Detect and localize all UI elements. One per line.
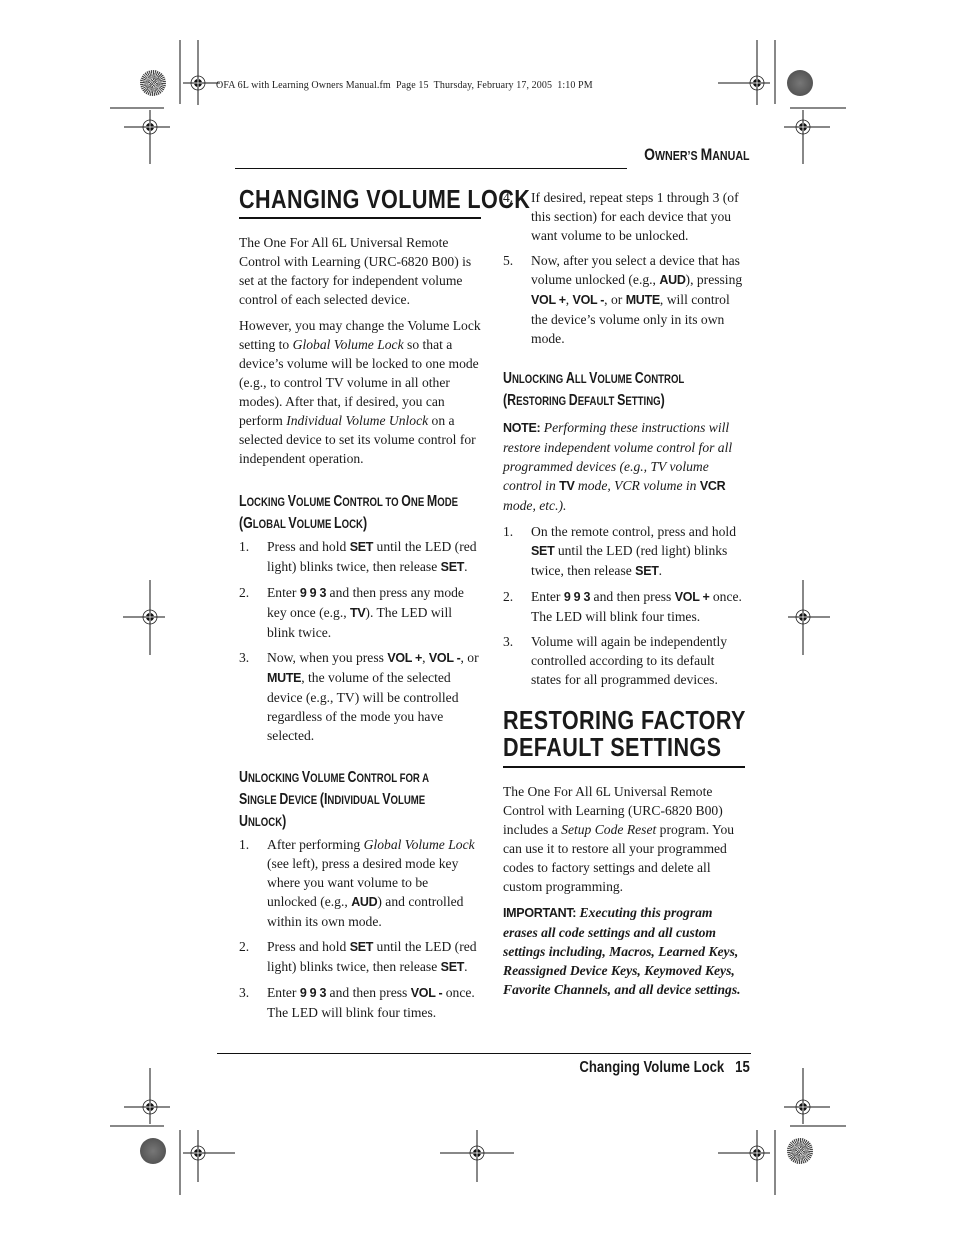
list-item: 3. Enter 9 9 3 and then press VOL - once… <box>239 985 475 1020</box>
color-target-icon <box>140 1138 166 1164</box>
note-label: NOTE: <box>503 421 541 435</box>
color-target-icon <box>787 70 813 96</box>
section-heading-restore-default: UNLOCKING ALL VOLUME CONTROL (RESTORING … <box>503 368 697 412</box>
title-rule <box>239 217 481 219</box>
registration-mark-icon <box>123 580 165 655</box>
registration-mark-icon <box>788 580 830 655</box>
heading-line: (GLOBAL VOLUME LOCK) <box>239 515 368 532</box>
registration-mark-icon <box>110 107 170 164</box>
heading-line: LOCKING VOLUME CONTROL TO ONE MODE <box>239 493 459 510</box>
page-number: 15 <box>735 1059 750 1076</box>
title-rule <box>503 766 745 768</box>
color-target-icon <box>140 70 166 96</box>
list-item: 4. If desired, repeat steps 1 through 3 … <box>503 190 739 243</box>
right-column: 4. If desired, repeat steps 1 through 3 … <box>503 188 745 1006</box>
volume-lock-paragraph: However, you may change the Volume Lock … <box>239 318 481 466</box>
list-item: 1. After performing Global Volume Lock (… <box>239 837 475 929</box>
restore-factory-title: RESTORING FACTORY DEFAULT SETTINGS <box>503 705 746 762</box>
file-info-header: OFA 6L with Learning Owners Manual.fm Pa… <box>216 80 593 91</box>
registration-mark-icon <box>440 1130 514 1182</box>
heading-line: UNLOCKING VOLUME CONTROL FOR A <box>239 769 430 786</box>
list-item: 1. On the remote control, press and hold… <box>503 524 736 578</box>
list-item: 2. Enter 9 9 3 and then press VOL + once… <box>503 589 742 624</box>
list-item: 2. Press and hold SET until the LED (red… <box>239 939 477 974</box>
list-item: 3. Volume will again be independently co… <box>503 634 728 687</box>
section-heading-global-lock: LOCKING VOLUME CONTROL TO ONE MODE (GLOB… <box>239 491 459 535</box>
heading-line: UNLOCK) <box>239 813 287 830</box>
registration-mark-icon <box>718 40 770 105</box>
important-paragraph: IMPORTANT: Executing this program erases… <box>503 905 741 997</box>
individual-unlock-steps: 1. After performing Global Volume Lock (… <box>239 835 481 1022</box>
note-paragraph: NOTE: Performing these instructions will… <box>503 420 733 513</box>
registration-mark-icon <box>110 1068 170 1127</box>
list-item: 3. Now, when you press VOL +, VOL -, or … <box>239 650 479 743</box>
important-label: IMPORTANT: <box>503 906 577 920</box>
setup-code-reset-paragraph: The One For All 6L Universal Remote Cont… <box>503 784 735 894</box>
registration-mark-icon <box>718 1130 770 1182</box>
list-item: 2. Enter 9 9 3 and then press any mode k… <box>239 585 464 640</box>
registration-mark-icon <box>183 1130 235 1182</box>
page-footer: Changing Volume Lock 15 <box>580 1059 750 1077</box>
left-column: CHANGING VOLUME LOCK The One For All 6L … <box>239 184 531 1028</box>
individual-unlock-steps-continued: 4. If desired, repeat steps 1 through 3 … <box>503 188 745 348</box>
section-heading-individual-unlock: UNLOCKING VOLUME CONTROL FOR A SINGLE DE… <box>239 767 433 833</box>
footer-rule <box>217 1053 751 1054</box>
header-rule <box>235 168 627 169</box>
list-item: 5. Now, after you select a device that h… <box>503 253 743 346</box>
registration-mark-icon <box>183 40 220 105</box>
heading-line: SINGLE DEVICE (INDIVIDUAL VOLUME <box>239 791 426 808</box>
heading-line: (RESTORING DEFAULT SETTING) <box>503 392 665 409</box>
page-title: CHANGING VOLUME LOCK <box>239 184 531 214</box>
registration-mark-icon <box>784 1068 846 1127</box>
registration-mark-icon <box>784 107 846 164</box>
list-item: 1. Press and hold SET until the LED (red… <box>239 539 477 574</box>
heading-line: UNLOCKING ALL VOLUME CONTROL <box>503 370 685 387</box>
intro-paragraph: The One For All 6L Universal Remote Cont… <box>239 235 472 307</box>
running-head: OWNER’S MANUAL <box>644 145 750 164</box>
global-lock-steps: 1. Press and hold SET until the LED (red… <box>239 537 481 745</box>
restore-default-steps: 1. On the remote control, press and hold… <box>503 522 745 689</box>
color-target-icon <box>787 1138 813 1164</box>
footer-section-title: Changing Volume Lock <box>579 1059 725 1076</box>
